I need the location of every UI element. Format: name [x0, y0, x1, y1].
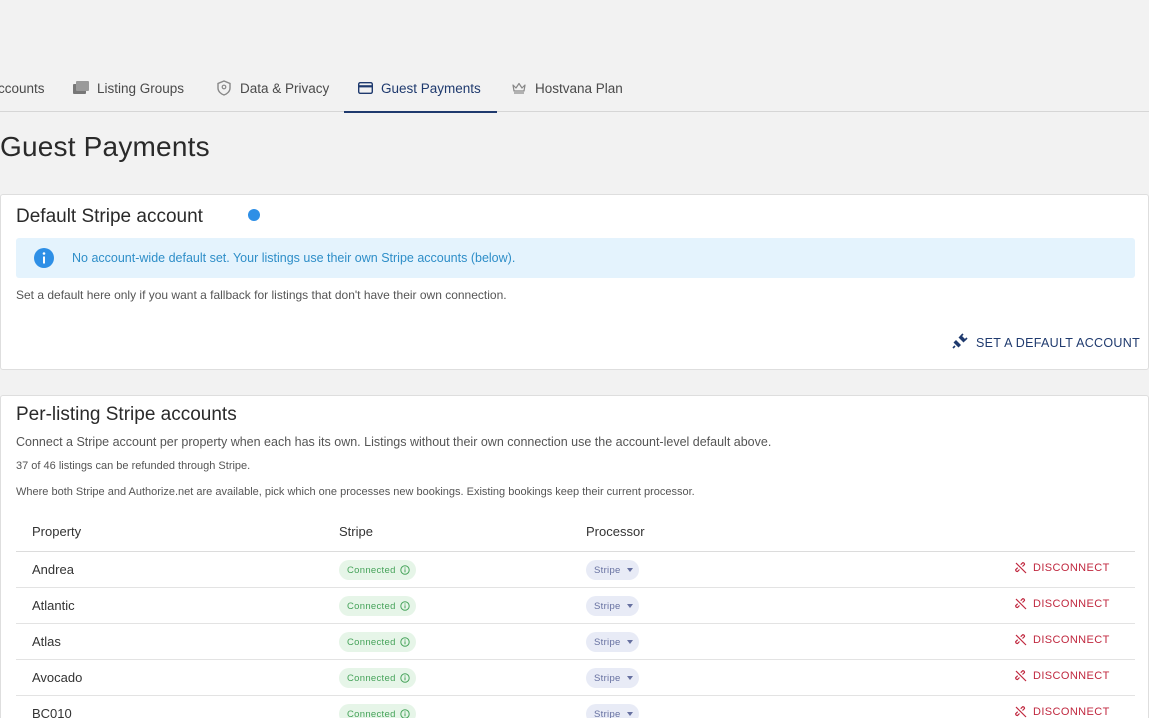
connected-label: Connected [347, 564, 396, 576]
disconnect-label: DISCONNECT [1033, 706, 1110, 718]
caret-down-icon [626, 676, 633, 680]
info-message: No account-wide default set. Your listin… [72, 251, 516, 265]
info-circle-icon [399, 565, 410, 575]
caret-down-icon [626, 604, 633, 608]
tab-label: Data & Privacy [240, 80, 330, 96]
connected-badge: Connected [339, 704, 416, 718]
info-icon [33, 247, 55, 269]
tab-label: Guest Payments [381, 80, 481, 96]
unlink-icon [1015, 598, 1027, 610]
settings-tabs: ccounts Listing Groups Data & Privacy Gu… [0, 64, 1149, 113]
plug-icon [952, 333, 968, 352]
connected-label: Connected [347, 672, 396, 684]
crown-icon [511, 80, 527, 96]
connected-badge: Connected [339, 560, 416, 580]
processor-select[interactable]: Stripe [586, 704, 639, 718]
table-row: Atlas Connected Stripe DISCONNECT [16, 624, 1135, 660]
connected-label: Connected [347, 708, 396, 718]
property-name: Avocado [32, 670, 83, 685]
caret-down-icon [626, 640, 633, 644]
listing-table: Property Stripe Processor Andrea Connect… [16, 516, 1135, 718]
tab-label: Hostvana Plan [535, 80, 623, 96]
connected-badge: Connected [339, 632, 416, 652]
disconnect-label: DISCONNECT [1033, 634, 1110, 646]
property-name: Atlas [32, 634, 61, 649]
table-row: Atlantic Connected Stripe DISCONNECT [16, 588, 1135, 624]
disconnect-button[interactable]: DISCONNECT [1015, 670, 1110, 682]
fallback-hint: Set a default here only if you want a fa… [16, 288, 507, 302]
card-description: Connect a Stripe account per property wh… [16, 435, 772, 449]
status-dot [248, 209, 260, 221]
disconnect-button[interactable]: DISCONNECT [1015, 706, 1110, 718]
folders-icon [73, 80, 89, 96]
info-circle-icon [399, 601, 410, 611]
unlink-icon [1015, 670, 1027, 682]
disconnect-label: DISCONNECT [1033, 598, 1110, 610]
per-listing-stripe-card: Per-listing Stripe accounts Connect a St… [0, 395, 1149, 718]
processor-value: Stripe [594, 708, 621, 718]
tab-hostvana-plan[interactable]: Hostvana Plan [511, 64, 623, 112]
disconnect-label: DISCONNECT [1033, 562, 1110, 574]
processor-select[interactable]: Stripe [586, 596, 639, 616]
unlink-icon [1015, 562, 1027, 574]
refund-note: 37 of 46 listings can be refunded throug… [16, 460, 251, 472]
processor-select[interactable]: Stripe [586, 632, 639, 652]
unlink-icon [1015, 634, 1027, 646]
tab-label: ccounts [0, 80, 45, 96]
table-row: Avocado Connected Stripe DISCONNECT [16, 660, 1135, 696]
card-title: Default Stripe account [16, 206, 203, 227]
processor-select[interactable]: Stripe [586, 668, 639, 688]
caret-down-icon [626, 568, 633, 572]
info-banner: No account-wide default set. Your listin… [16, 238, 1135, 278]
processor-value: Stripe [594, 600, 621, 612]
table-header: Property Stripe Processor [16, 516, 1135, 552]
connected-label: Connected [347, 600, 396, 612]
connected-badge: Connected [339, 596, 416, 616]
table-row: BC010 Connected Stripe DISCONNECT [16, 696, 1135, 718]
property-name: Atlantic [32, 598, 75, 613]
default-stripe-card: Default Stripe account No account-wide d… [0, 194, 1149, 370]
connected-badge: Connected [339, 668, 416, 688]
unlink-icon [1015, 706, 1027, 718]
disconnect-button[interactable]: DISCONNECT [1015, 634, 1110, 646]
property-name: Andrea [32, 562, 74, 577]
caret-down-icon [626, 712, 633, 716]
info-circle-icon [399, 709, 410, 718]
shield-icon [216, 80, 232, 96]
tab-label: Listing Groups [97, 80, 185, 96]
disconnect-button[interactable]: DISCONNECT [1015, 562, 1110, 574]
tab-data-privacy[interactable]: Data & Privacy [216, 64, 329, 112]
disconnect-button[interactable]: DISCONNECT [1015, 598, 1110, 610]
column-processor: Processor [586, 524, 645, 539]
disconnect-label: DISCONNECT [1033, 670, 1110, 682]
column-property: Property [32, 524, 82, 539]
set-default-account-button[interactable]: SET A DEFAULT ACCOUNT [952, 333, 1140, 352]
set-default-account-label: SET A DEFAULT ACCOUNT [976, 335, 1140, 350]
processor-value: Stripe [594, 636, 621, 648]
processor-note: Where both Stripe and Authorize.net are … [16, 486, 695, 498]
connected-label: Connected [347, 636, 396, 648]
processor-value: Stripe [594, 672, 621, 684]
card-title: Per-listing Stripe accounts [16, 404, 237, 425]
page-title: Guest Payments [0, 131, 210, 162]
card-icon [357, 80, 373, 96]
tab-listing-groups[interactable]: Listing Groups [73, 64, 184, 112]
column-stripe: Stripe [339, 524, 373, 539]
guest-payments-page: ccounts Listing Groups Data & Privacy Gu… [0, 0, 1149, 718]
info-circle-icon [399, 637, 410, 647]
processor-value: Stripe [594, 564, 621, 576]
tab-accounts[interactable]: ccounts [0, 64, 45, 112]
tab-guest-payments[interactable]: Guest Payments [344, 64, 497, 113]
info-circle-icon [399, 673, 410, 683]
table-row: Andrea Connected Stripe DISCONNECT [16, 552, 1135, 588]
property-name: BC010 [32, 706, 72, 718]
processor-select[interactable]: Stripe [586, 560, 639, 580]
